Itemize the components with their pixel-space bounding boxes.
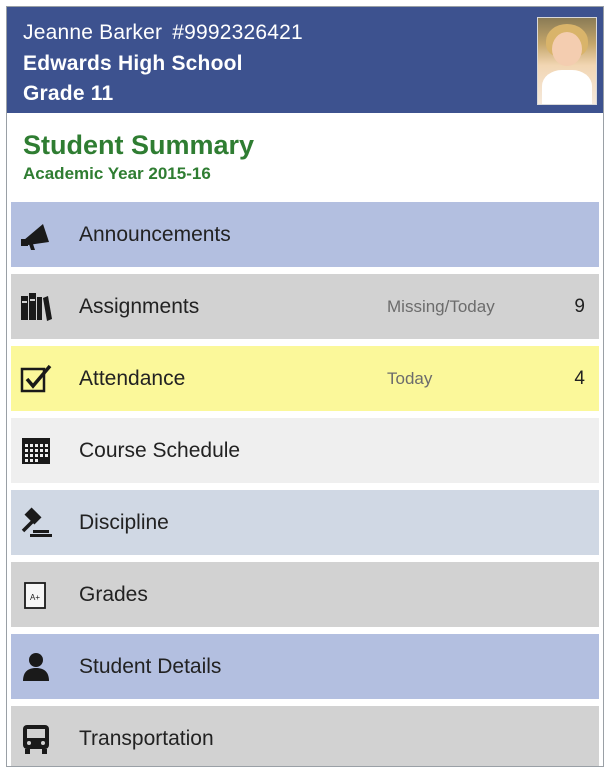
summary-heading: Student Summary Academic Year 2015-16 — [23, 129, 254, 185]
checkbox-icon — [19, 362, 53, 396]
student-photo[interactable] — [537, 17, 597, 105]
menu-item-course-schedule[interactable]: Course Schedule — [11, 418, 599, 483]
student-grade: Grade 11 — [23, 82, 114, 105]
student-id: #9992326421 — [172, 21, 303, 44]
academic-year: Academic Year 2015-16 — [23, 164, 211, 183]
student-name-line: Jeanne Barker #9992326421 — [23, 19, 303, 47]
person-icon — [19, 650, 53, 684]
menu-item-discipline[interactable]: Discipline — [11, 490, 599, 555]
menu-item-label: Course Schedule — [79, 439, 241, 462]
menu-list: Announcements Assignments Missing/Today … — [11, 202, 599, 766]
menu-item-announcements[interactable]: Announcements — [11, 202, 599, 267]
menu-item-transportation[interactable]: Transportation — [11, 706, 599, 766]
student-header: Jeanne Barker #9992326421 Edwards High Sc… — [7, 7, 603, 113]
gavel-icon — [19, 506, 53, 540]
menu-item-count: 4 — [574, 368, 585, 389]
calendar-icon — [19, 434, 53, 468]
svg-text:A+: A+ — [30, 593, 40, 602]
menu-item-label: Assignments — [79, 295, 200, 318]
menu-item-label: Transportation — [79, 727, 214, 750]
menu-item-label: Student Details — [79, 655, 222, 678]
menu-item-label: Announcements — [79, 223, 231, 246]
menu-item-label: Attendance — [79, 367, 186, 390]
menu-item-attendance[interactable]: Attendance Today 4 — [11, 346, 599, 411]
megaphone-icon — [19, 218, 53, 252]
menu-item-label: Discipline — [79, 511, 169, 534]
books-icon — [19, 290, 53, 324]
menu-item-student-details[interactable]: Student Details — [11, 634, 599, 699]
school-name: Edwards High School — [23, 52, 243, 75]
menu-item-grades[interactable]: A+ Grades — [11, 562, 599, 627]
page-title: Student Summary — [23, 130, 255, 160]
menu-item-assignments[interactable]: Assignments Missing/Today 9 — [11, 274, 599, 339]
menu-item-sublabel: Missing/Today — [387, 297, 495, 316]
bus-icon — [19, 722, 53, 756]
menu-item-label: Grades — [79, 583, 148, 606]
app-frame: Jeanne Barker #9992326421 Edwards High Sc… — [6, 6, 604, 767]
grade-report-icon: A+ — [19, 578, 53, 612]
menu-item-count: 9 — [574, 296, 585, 317]
menu-item-sublabel: Today — [387, 369, 433, 388]
student-name: Jeanne Barker — [23, 21, 163, 44]
